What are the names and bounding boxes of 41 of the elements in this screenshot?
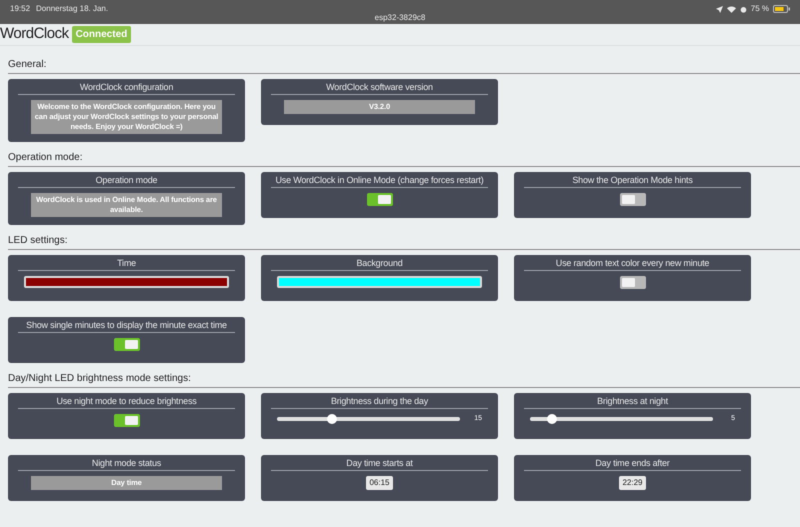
toggle-switch[interactable] [620, 193, 646, 206]
card-title: WordClock configuration [78, 81, 174, 94]
section-heading: General: [8, 59, 48, 71]
color-picker[interactable] [24, 276, 229, 288]
host-name: esp32-3829c8 [374, 12, 426, 24]
slider[interactable] [277, 417, 460, 422]
app-title: WordClock [0, 24, 69, 44]
card-title: Time [116, 257, 137, 270]
color-picker[interactable] [277, 276, 482, 288]
card-title: Day time ends after [594, 457, 671, 470]
card-title: Show the Operation Mode hints [571, 174, 694, 187]
battery-icon [773, 5, 790, 13]
battery-percent: 75 % [750, 3, 769, 15]
section-heading: LED settings: [8, 235, 68, 247]
toggle-switch[interactable] [620, 276, 646, 289]
card-title: Background [355, 257, 404, 270]
card-title: WordClock software version [325, 81, 434, 94]
connection-status: Connected [72, 26, 132, 43]
time-field[interactable]: 06:15 [366, 476, 393, 490]
section-heading: Day/Night LED brightness mode settings: [8, 373, 192, 385]
toggle-switch[interactable] [366, 193, 392, 206]
card-title: Use random text color every new minute [554, 257, 710, 270]
toggle-switch[interactable] [114, 414, 140, 427]
card-title: Brightness during the day [330, 395, 430, 408]
card-title: Day time starts at [345, 457, 414, 470]
wifi-icon [726, 6, 736, 12]
time-field[interactable]: 22:29 [619, 476, 646, 490]
toggle-switch[interactable] [114, 338, 140, 351]
card-title: Use WordClock in Online Mode (change forces restart) [274, 174, 485, 187]
card-title: Operation mode [94, 174, 158, 187]
slider-thumb[interactable] [546, 414, 557, 424]
card-title: Show single minutes to display the minute exact time [25, 319, 228, 332]
location-icon [716, 6, 723, 12]
status-time: 19:52 [10, 3, 30, 15]
status-date: Donnerstag 18. Jan. [36, 3, 108, 15]
card-title: Night mode status [90, 457, 162, 470]
slider[interactable] [530, 417, 713, 422]
section-heading: Operation mode: [8, 152, 84, 164]
card-title: Brightness at night [596, 395, 669, 408]
card-title: Use night mode to reduce brightness [55, 395, 198, 408]
slider-thumb[interactable] [326, 414, 337, 424]
